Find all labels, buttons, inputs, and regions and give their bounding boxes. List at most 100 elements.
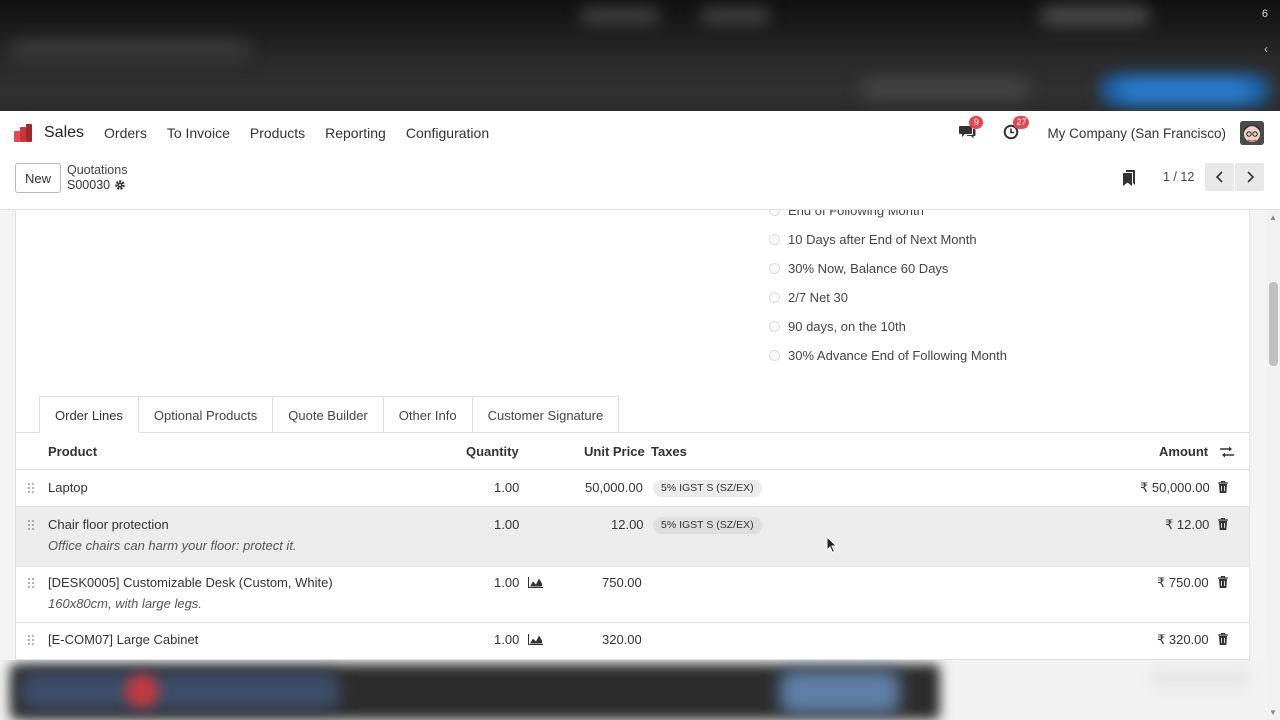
menu-to-invoice[interactable]: To Invoice <box>167 125 230 141</box>
menu-configuration[interactable]: Configuration <box>406 125 489 141</box>
user-face-icon <box>1240 121 1264 145</box>
column-taxes[interactable]: Taxes <box>651 444 687 459</box>
product-name[interactable]: Chair floor protection <box>48 517 169 532</box>
quantity-cell[interactable]: 1.00 <box>494 632 519 647</box>
area-chart-icon[interactable] <box>528 577 543 588</box>
scrollbar-thumb[interactable] <box>1269 282 1278 366</box>
trash-icon[interactable] <box>1218 633 1228 645</box>
option-radio <box>769 210 780 216</box>
option-radio <box>769 234 780 245</box>
page-scrollbar[interactable]: ▲ ▼ <box>1267 210 1280 720</box>
unit-price-cell[interactable]: 750.00 <box>602 575 642 590</box>
optional-columns-icon[interactable] <box>1220 446 1234 458</box>
product-name[interactable]: [E-COM07] Large Cabinet <box>48 632 198 647</box>
unit-price-cell[interactable]: 50,000.00 <box>585 480 643 495</box>
quantity-cell[interactable]: 1.00 <box>494 517 519 532</box>
activities-badge: 27 <box>1013 116 1030 129</box>
trash-icon[interactable] <box>1218 518 1228 530</box>
activities-button[interactable]: 27 <box>1003 116 1030 142</box>
menu-orders[interactable]: Orders <box>104 125 147 141</box>
product-name[interactable]: [DESK0005] Customizable Desk (Custom, Wh… <box>48 575 333 590</box>
blurred-chevron: ‹ <box>1264 42 1268 56</box>
option-radio <box>769 292 780 303</box>
breadcrumb-quotations[interactable]: Quotations <box>67 163 127 177</box>
form-sheet: End of Following Month 10 Days after End… <box>15 210 1250 660</box>
tab-customer-signature[interactable]: Customer Signature <box>471 396 620 433</box>
messages-badge: 9 <box>969 116 984 129</box>
user-avatar[interactable] <box>1240 121 1264 145</box>
payment-term-option[interactable]: 2/7 Net 30 <box>769 290 848 305</box>
menu-products[interactable]: Products <box>250 125 305 141</box>
blurred-header-region: 6 ‹ <box>0 0 1280 111</box>
product-description: Office chairs can harm your floor: prote… <box>48 538 297 553</box>
blurred-number: 6 <box>1261 8 1268 20</box>
chevron-right-icon <box>1246 171 1254 183</box>
trash-icon[interactable] <box>1218 576 1228 588</box>
amount-cell: ₹ 320.00 <box>1157 632 1209 647</box>
option-radio <box>769 321 780 332</box>
quantity-cell[interactable]: 1.00 <box>494 575 519 590</box>
column-amount[interactable]: Amount <box>1159 444 1208 459</box>
tax-badge[interactable]: 5% IGST S (SZ/EX) <box>653 517 762 534</box>
payment-term-option[interactable]: 10 Days after End of Next Month <box>769 232 977 247</box>
payment-term-option[interactable]: 90 days, on the 10th <box>769 319 906 334</box>
tab-optional-products[interactable]: Optional Products <box>137 396 274 433</box>
option-label: 30% Advance End of Following Month <box>788 348 1007 363</box>
table-row[interactable]: Chair floor protection Office chairs can… <box>16 507 1249 567</box>
main-navbar: Sales Orders To Invoice Products Reporti… <box>0 111 1280 155</box>
option-label: 10 Days after End of Next Month <box>788 232 977 247</box>
amount-cell: ₹ 750.00 <box>1157 575 1209 590</box>
drag-handle-icon[interactable] <box>28 635 36 646</box>
amount-cell: ₹ 12.00 <box>1165 517 1210 532</box>
payment-term-option[interactable]: 30% Advance End of Following Month <box>769 348 1007 363</box>
table-row[interactable]: Laptop 1.00 50,000.00 5% IGST S (SZ/EX) … <box>16 470 1249 507</box>
product-description: 160x80cm, with large legs. <box>48 596 202 611</box>
option-radio <box>769 350 780 361</box>
payment-term-option[interactable]: 30% Now, Balance 60 Days <box>769 261 948 276</box>
tab-other-info[interactable]: Other Info <box>382 396 473 433</box>
column-unit-price[interactable]: Unit Price <box>584 444 645 459</box>
tax-badge[interactable]: 5% IGST S (SZ/EX) <box>653 480 762 497</box>
tab-order-lines[interactable]: Order Lines <box>39 396 139 433</box>
unit-price-cell[interactable]: 320.00 <box>602 632 642 647</box>
trash-icon[interactable] <box>1218 481 1228 493</box>
app-name[interactable]: Sales <box>44 124 84 142</box>
option-radio <box>769 263 780 274</box>
quantity-cell[interactable]: 1.00 <box>494 480 519 495</box>
menu-reporting[interactable]: Reporting <box>325 125 386 141</box>
record-name: S00030 <box>67 178 111 192</box>
option-label: 90 days, on the 10th <box>788 319 906 334</box>
table-row[interactable]: [DESK0005] Customizable Desk (Custom, Wh… <box>16 567 1249 623</box>
payment-term-option[interactable]: End of Following Month <box>769 210 924 218</box>
bookmark-icon[interactable] <box>1123 170 1135 186</box>
option-label: End of Following Month <box>788 210 924 218</box>
pager-next-button[interactable] <box>1235 163 1264 191</box>
breadcrumb-record: S00030 <box>67 178 126 192</box>
tab-quote-builder[interactable]: Quote Builder <box>272 396 384 433</box>
blurred-footer-region <box>0 660 1267 720</box>
control-panel: New Quotations S00030 1 / 12 <box>0 155 1280 210</box>
option-label: 30% Now, Balance 60 Days <box>788 261 949 276</box>
column-product[interactable]: Product <box>48 444 97 459</box>
table-row[interactable]: [E-COM07] Large Cabinet 1.00 320.00 ₹ 32… <box>16 623 1249 660</box>
notebook-tabs: Order Lines Optional Products Quote Buil… <box>39 396 620 433</box>
drag-handle-icon[interactable] <box>28 483 36 494</box>
drag-handle-icon[interactable] <box>28 520 36 531</box>
scroll-up-icon[interactable]: ▲ <box>1269 213 1277 222</box>
column-quantity[interactable]: Quantity <box>466 444 519 459</box>
mouse-cursor-icon <box>826 536 838 554</box>
new-button[interactable]: New <box>15 163 61 193</box>
option-label: 2/7 Net 30 <box>788 290 848 305</box>
pager-value[interactable]: 1 / 12 <box>1163 170 1194 184</box>
scroll-down-icon[interactable]: ▼ <box>1269 708 1277 717</box>
area-chart-icon[interactable] <box>528 634 543 645</box>
drag-handle-icon[interactable] <box>28 578 36 589</box>
product-name[interactable]: Laptop <box>48 480 88 495</box>
pager-previous-button[interactable] <box>1205 163 1234 191</box>
unit-price-cell[interactable]: 12.00 <box>611 517 644 532</box>
chevron-left-icon <box>1215 171 1223 183</box>
gear-icon[interactable] <box>114 179 126 191</box>
company-switcher[interactable]: My Company (San Francisco) <box>1047 126 1226 141</box>
messaging-button[interactable]: 9 <box>959 116 984 142</box>
sales-app-icon[interactable] <box>14 124 32 142</box>
